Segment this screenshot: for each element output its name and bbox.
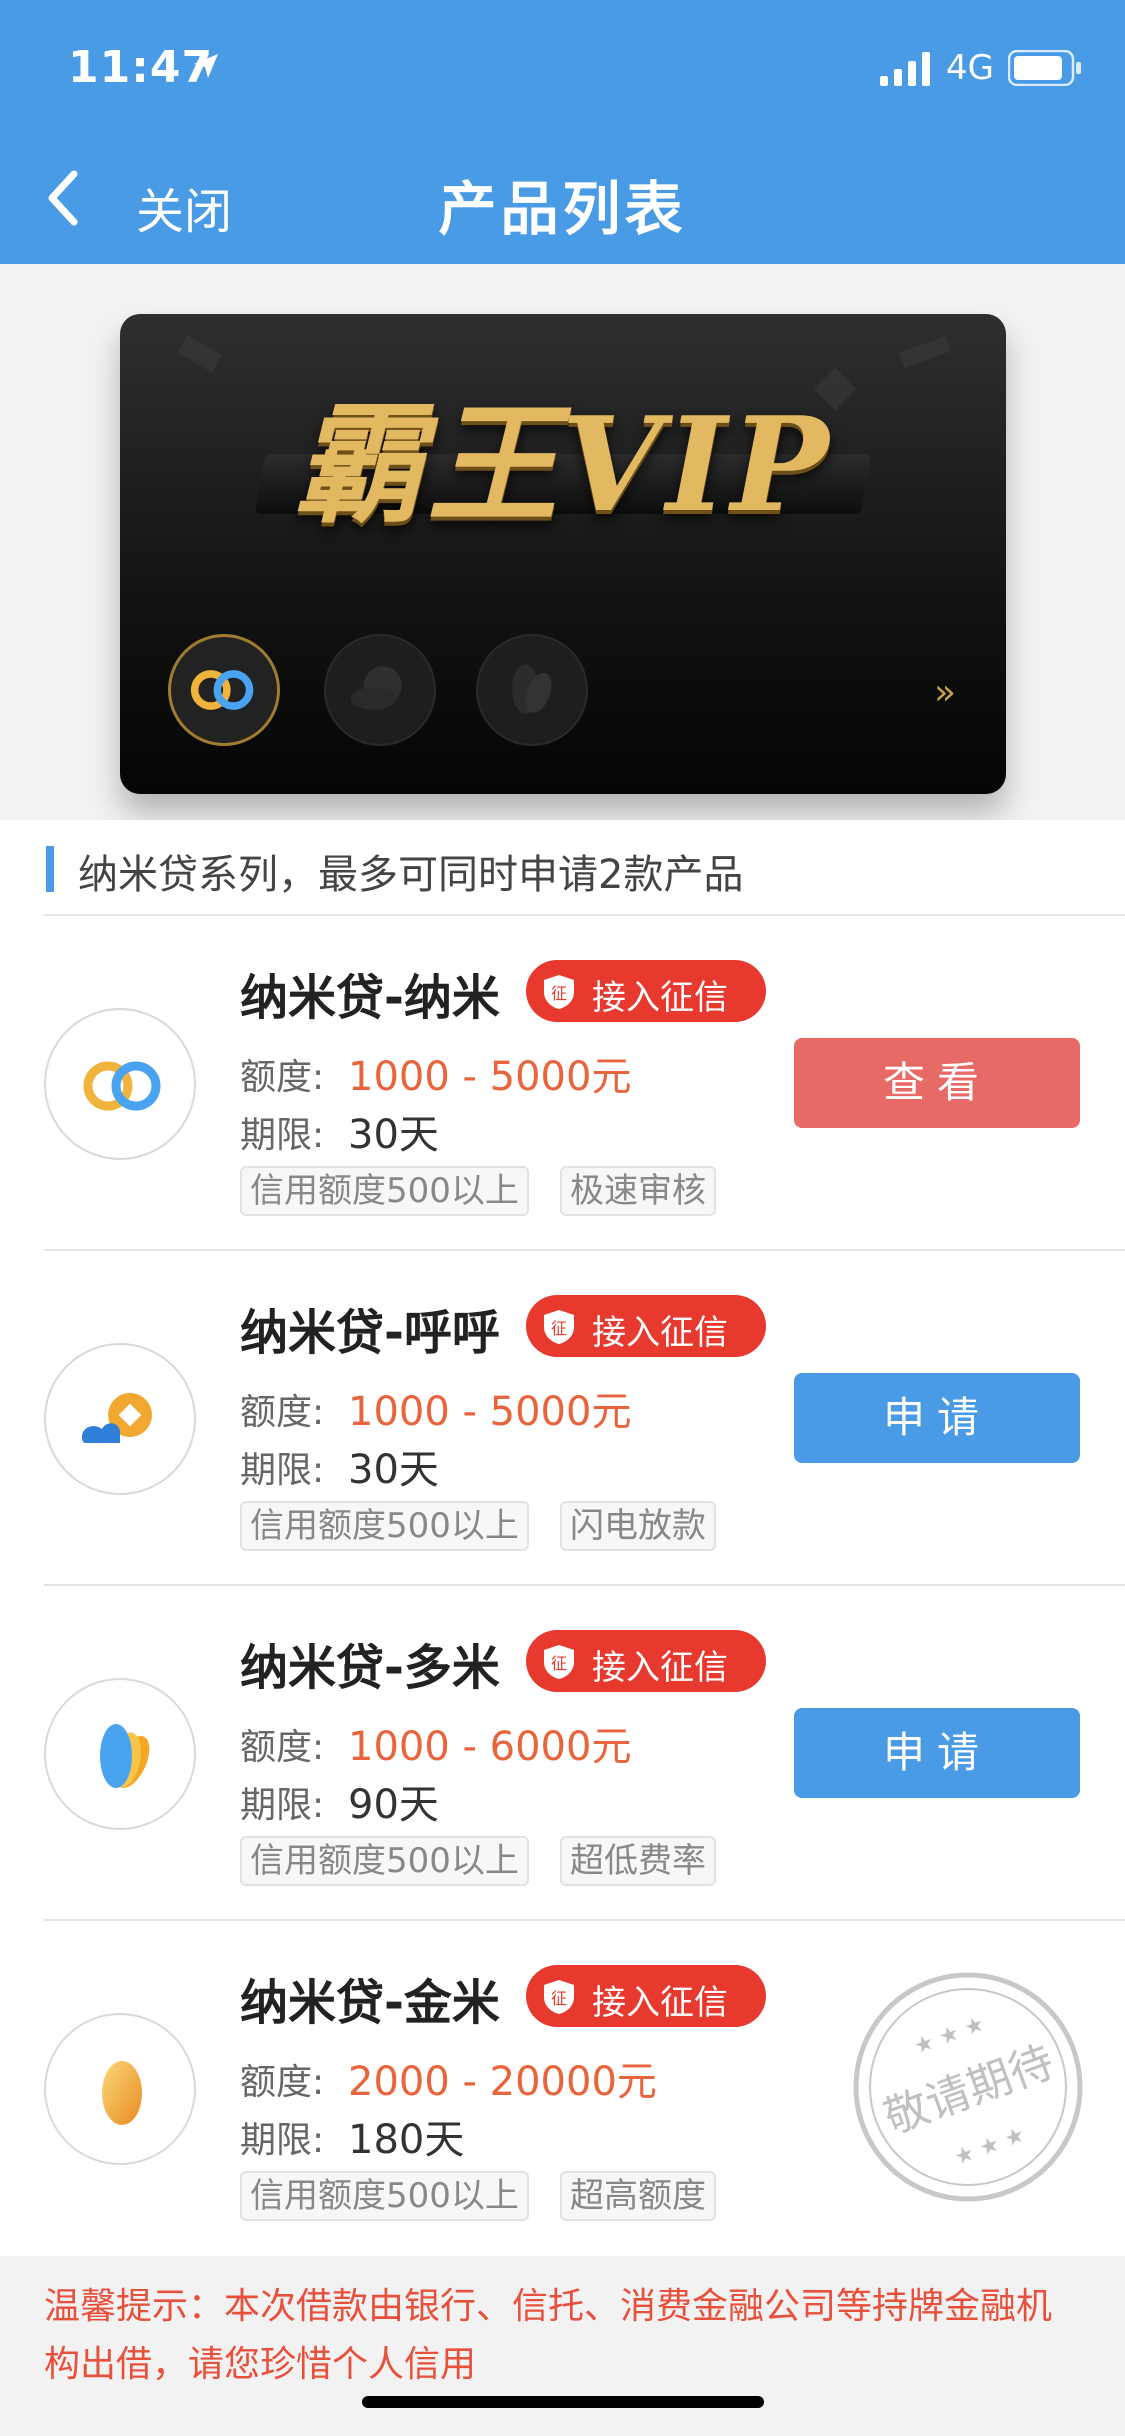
term-value: 30天 xyxy=(348,1447,439,1493)
battery-icon xyxy=(1008,50,1081,86)
product-name: 纳米贷-金米 xyxy=(240,1975,500,2031)
banner-area: 霸王VIP » xyxy=(0,264,1125,820)
product-avatar xyxy=(44,2013,196,2165)
svg-text:★ ★ ★: ★ ★ ★ xyxy=(951,2122,1028,2171)
amount-value: 1000 - 5000元 xyxy=(348,1054,632,1100)
golden-rice-icon xyxy=(102,2061,142,2125)
home-indicator[interactable] xyxy=(362,2396,764,2408)
list-item: 纳米贷-多米 征 接入征信 额度: 1000 - 6000元 期限: 90天 信… xyxy=(0,1586,1125,1921)
rice-petals-icon xyxy=(512,664,552,714)
list-item: 纳米贷-纳米 征 接入征信 额度: 1000 - 5000元 期限: 30天 信… xyxy=(0,916,1125,1251)
product-avatar xyxy=(44,1008,196,1160)
amount-label: 额度: xyxy=(240,1727,325,1768)
product-avatar xyxy=(44,1343,196,1495)
tag: 超高额度 xyxy=(560,2171,716,2221)
tag: 信用额度500以上 xyxy=(240,2171,529,2221)
coming-soon-stamp: 敬请期待 ★ ★ ★ ★ ★ ★ xyxy=(853,1972,1083,2202)
product-name: 纳米贷-纳米 xyxy=(240,970,500,1026)
product-list: 纳米贷-纳米 征 接入征信 额度: 1000 - 5000元 期限: 30天 信… xyxy=(0,916,1125,2256)
top-bar: 11:47 4G 关闭 产品列表 xyxy=(0,0,1125,264)
svg-text:★ ★ ★: ★ ★ ★ xyxy=(911,2012,988,2061)
shield-icon: 征 xyxy=(544,1645,574,1679)
section-accent xyxy=(46,846,54,892)
banner-product-huhu[interactable] xyxy=(324,634,436,746)
amount-label: 额度: xyxy=(240,1392,325,1433)
page-title: 产品列表 xyxy=(438,175,687,243)
apply-button[interactable]: 申请 xyxy=(794,1373,1080,1463)
amount-value: 2000 - 20000元 xyxy=(348,2059,657,2105)
shield-icon: 征 xyxy=(544,975,574,1009)
credit-badge: 征 接入征信 xyxy=(526,1630,766,1692)
status-bar: 11:47 4G xyxy=(0,0,1125,132)
term-label: 期限: xyxy=(240,1450,325,1491)
tag: 超低费率 xyxy=(560,1836,716,1886)
term-label: 期限: xyxy=(240,1115,325,1156)
badge-label: 接入征信 xyxy=(592,1983,728,2023)
svg-text:征: 征 xyxy=(551,1319,567,1338)
term-label: 期限: xyxy=(240,2120,325,2161)
credit-badge: 征 接入征信 xyxy=(526,1295,766,1357)
tip-text: 温馨提示：本次借款由银行、信托、消费金融公司等持牌金融机构出借，请您珍惜个人信用 xyxy=(44,2286,1053,2385)
footer-tip: 温馨提示：本次借款由银行、信托、消费金融公司等持牌金融机构出借，请您珍惜个人信用 xyxy=(0,2256,1125,2436)
amount-value: 1000 - 6000元 xyxy=(348,1724,632,1770)
tag: 信用额度500以上 xyxy=(240,1501,529,1551)
banner-product-duomi[interactable] xyxy=(476,634,588,746)
term-value: 180天 xyxy=(348,2117,465,2163)
tag: 闪电放款 xyxy=(560,1501,716,1551)
list-item: 纳米贷-金米 征 接入征信 额度: 2000 - 20000元 期限: 180天… xyxy=(0,1921,1125,2256)
view-button[interactable]: 查看 xyxy=(794,1038,1080,1128)
tag: 信用额度500以上 xyxy=(240,1166,529,1216)
shield-icon: 征 xyxy=(544,1310,574,1344)
network-type: 4G xyxy=(946,48,994,88)
vip-title: 霸王VIP xyxy=(293,388,833,541)
banner-product-nano[interactable] xyxy=(168,634,280,746)
vip-banner[interactable]: 霸王VIP » xyxy=(120,314,1006,794)
coin-cloud-icon xyxy=(82,1393,152,1443)
svg-text:征: 征 xyxy=(551,984,567,1003)
svg-text:敬请期待: 敬请期待 xyxy=(878,2036,1061,2144)
infinity-rings-icon xyxy=(83,1061,161,1111)
tag: 极速审核 xyxy=(560,1166,716,1216)
section-title: 纳米贷系列，最多可同时申请2款产品 xyxy=(78,852,744,898)
badge-label: 接入征信 xyxy=(592,978,728,1018)
banner-more-icon[interactable]: » xyxy=(934,672,956,713)
badge-label: 接入征信 xyxy=(592,1648,728,1688)
badge-label: 接入征信 xyxy=(592,1313,728,1353)
term-label: 期限: xyxy=(240,1785,325,1826)
amount-label: 额度: xyxy=(240,2062,325,2103)
product-name: 纳米贷-呼呼 xyxy=(240,1305,500,1361)
tag: 信用额度500以上 xyxy=(240,1836,529,1886)
term-value: 90天 xyxy=(348,1782,439,1828)
rice-petals-icon xyxy=(100,1724,150,1789)
term-value: 30天 xyxy=(348,1112,439,1158)
amount-label: 额度: xyxy=(240,1057,325,1098)
list-item: 纳米贷-呼呼 征 接入征信 额度: 1000 - 5000元 期限: 30天 信… xyxy=(0,1251,1125,1586)
infinity-rings-icon xyxy=(190,670,254,710)
signal-icon xyxy=(880,52,930,86)
shield-icon: 征 xyxy=(544,1980,574,2014)
coin-cloud-icon xyxy=(350,666,402,710)
svg-text:征: 征 xyxy=(551,1989,567,2008)
section-header: 纳米贷系列，最多可同时申请2款产品 xyxy=(0,820,1125,916)
credit-badge: 征 接入征信 xyxy=(526,1965,766,2027)
location-arrow-icon xyxy=(194,54,218,78)
svg-text:征: 征 xyxy=(551,1654,567,1673)
nav-bar: 关闭 产品列表 xyxy=(0,132,1125,264)
amount-value: 1000 - 5000元 xyxy=(348,1389,632,1435)
apply-button[interactable]: 申请 xyxy=(794,1708,1080,1798)
product-avatar xyxy=(44,1678,196,1830)
credit-badge: 征 接入征信 xyxy=(526,960,766,1022)
product-name: 纳米贷-多米 xyxy=(240,1640,500,1696)
